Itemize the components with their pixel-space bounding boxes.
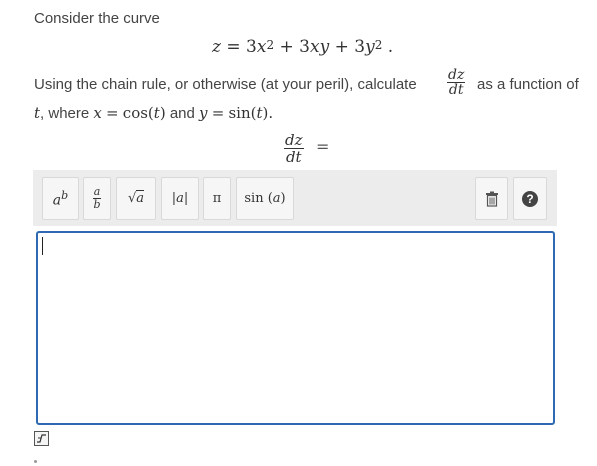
eq-t1-var: x (256, 37, 267, 57)
line2-sin: sin( (228, 104, 257, 122)
abs-icon: |a| (172, 191, 189, 206)
abs-button[interactable]: |a| (161, 177, 199, 220)
help-button[interactable]: ? (513, 177, 547, 220)
instruction-line1: Using the chain rule, or otherwise (at y… (34, 76, 417, 93)
sin-button[interactable]: sin (a) (236, 177, 294, 220)
sin-icon: sin (a) (244, 191, 285, 206)
sqrt-arg: a (136, 190, 145, 206)
frac-den: b (93, 198, 101, 211)
fraction-button[interactable]: a b (83, 177, 111, 220)
inline-deriv-num: dz (447, 67, 466, 83)
pi-button[interactable]: π (203, 177, 231, 220)
instruction-line2: t, where x = cos(t) and y = sin(t). (34, 104, 273, 123)
abs-arg: a (176, 191, 184, 206)
eq-plus2: + (334, 37, 349, 57)
answer-equals: = (316, 137, 330, 156)
abs-close: | (183, 191, 189, 206)
line2-close1: ) (159, 104, 166, 122)
power-exp: b (61, 188, 69, 202)
power-button[interactable]: ab (42, 177, 79, 220)
help-icon: ? (522, 190, 538, 207)
sqrt-icon: √a (128, 190, 145, 206)
power-icon: ab (53, 189, 68, 209)
answer-label: dz dt (284, 132, 304, 165)
sin-arg: a (272, 191, 281, 206)
eq-lhs: z (212, 37, 221, 57)
answer-label-den: dt (285, 148, 302, 166)
line2-and: and (169, 105, 195, 122)
inline-derivative: dz dt (447, 67, 466, 98)
eq-t1-exp: 2 (266, 38, 275, 52)
eq-equals: = (226, 37, 241, 57)
eq-t3-var: y (365, 37, 375, 57)
instruction-line1-tail: as a function of (477, 76, 579, 93)
formula-icon[interactable] (34, 431, 49, 446)
trash-icon (485, 191, 498, 207)
intro-text: Consider the curve (34, 10, 160, 27)
status-dot (34, 460, 37, 463)
inline-deriv-den: dt (448, 82, 464, 98)
clear-button[interactable] (475, 177, 508, 220)
line2-eq1: = (106, 104, 119, 122)
line2-eq2: = (211, 104, 225, 122)
eq-t3-coef: 3 (354, 37, 366, 57)
math-toolbar: ab a b √a |a| π sin (a) ? (33, 170, 557, 226)
line2-cos: cos( (122, 104, 154, 122)
fraction-icon: a b (92, 186, 102, 211)
answer-label-num: dz (284, 131, 304, 149)
line2-where: , where (40, 105, 90, 122)
line2-x: x (93, 104, 102, 122)
eq-t2-coef: 3 (299, 37, 310, 57)
eq-t2-var: xy (309, 37, 330, 57)
eq-end: . (387, 37, 394, 57)
eq-plus1: + (279, 37, 294, 57)
pi-icon: π (212, 191, 222, 206)
sin-label: sin (244, 191, 264, 206)
answer-input[interactable] (36, 231, 555, 425)
sqrt-button[interactable]: √a (116, 177, 156, 220)
eq-t3-exp: 2 (374, 38, 383, 52)
eq-t1-coef: 3 (246, 37, 257, 57)
curve-equation: z = 3x2 + 3xy + 3y2 . (212, 36, 393, 59)
line2-y: y (199, 104, 208, 122)
power-base: a (52, 192, 62, 209)
sin-close: ) (280, 191, 286, 206)
line2-close2: ). (262, 104, 274, 122)
text-caret (42, 237, 43, 255)
